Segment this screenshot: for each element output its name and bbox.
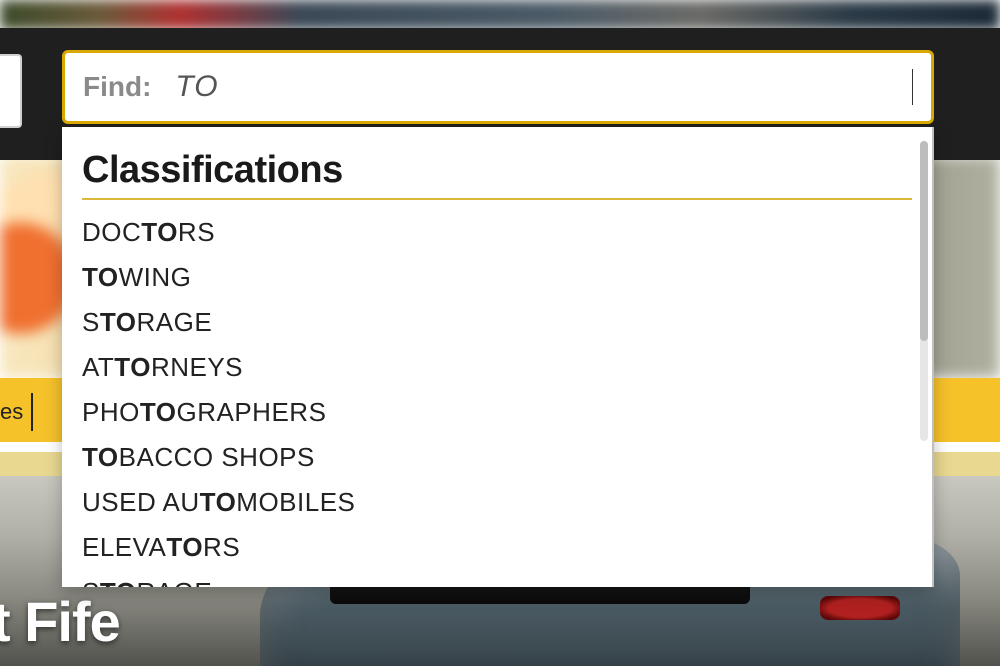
search-label: Find: bbox=[83, 71, 151, 103]
search-container: Find: bbox=[62, 50, 934, 124]
autocomplete-dropdown: Classifications DOCTORSTOWINGSTORAGEATTO… bbox=[62, 127, 934, 587]
car-taillight bbox=[820, 596, 900, 620]
nav-separator bbox=[31, 393, 33, 431]
nav-tab-text-fragment: es bbox=[0, 399, 23, 425]
dropdown-item[interactable]: USED AUTOMOBILES bbox=[82, 480, 912, 525]
background-blur-top bbox=[0, 0, 1000, 30]
scrollbar-thumb[interactable] bbox=[920, 141, 928, 341]
dropdown-section-heading: Classifications bbox=[82, 149, 912, 192]
hero-location-heading: t Fife bbox=[0, 589, 120, 654]
dropdown-item[interactable]: DOCTORS bbox=[82, 210, 912, 255]
search-field[interactable]: Find: bbox=[62, 50, 934, 124]
dropdown-item[interactable]: ATTORNEYS bbox=[82, 345, 912, 390]
search-input[interactable] bbox=[173, 61, 912, 113]
dropdown-item[interactable]: STORAGE bbox=[82, 300, 912, 345]
nav-tab-fragment[interactable]: es bbox=[0, 392, 49, 432]
dropdown-inner: Classifications DOCTORSTOWINGSTORAGEATTO… bbox=[62, 127, 932, 587]
dropdown-item[interactable]: PHOTOGRAPHERS bbox=[82, 390, 912, 435]
dropdown-item[interactable]: STORAGE bbox=[82, 570, 912, 587]
dropdown-list: DOCTORSTOWINGSTORAGEATTORNEYSPHOTOGRAPHE… bbox=[82, 210, 912, 587]
dropdown-item[interactable]: ELEVATORS bbox=[82, 525, 912, 570]
adjacent-field-stub[interactable] bbox=[0, 54, 22, 128]
dropdown-item[interactable]: TOWING bbox=[82, 255, 912, 300]
text-caret bbox=[912, 69, 913, 105]
dropdown-divider bbox=[82, 198, 912, 200]
dropdown-item[interactable]: TOBACCO SHOPS bbox=[82, 435, 912, 480]
